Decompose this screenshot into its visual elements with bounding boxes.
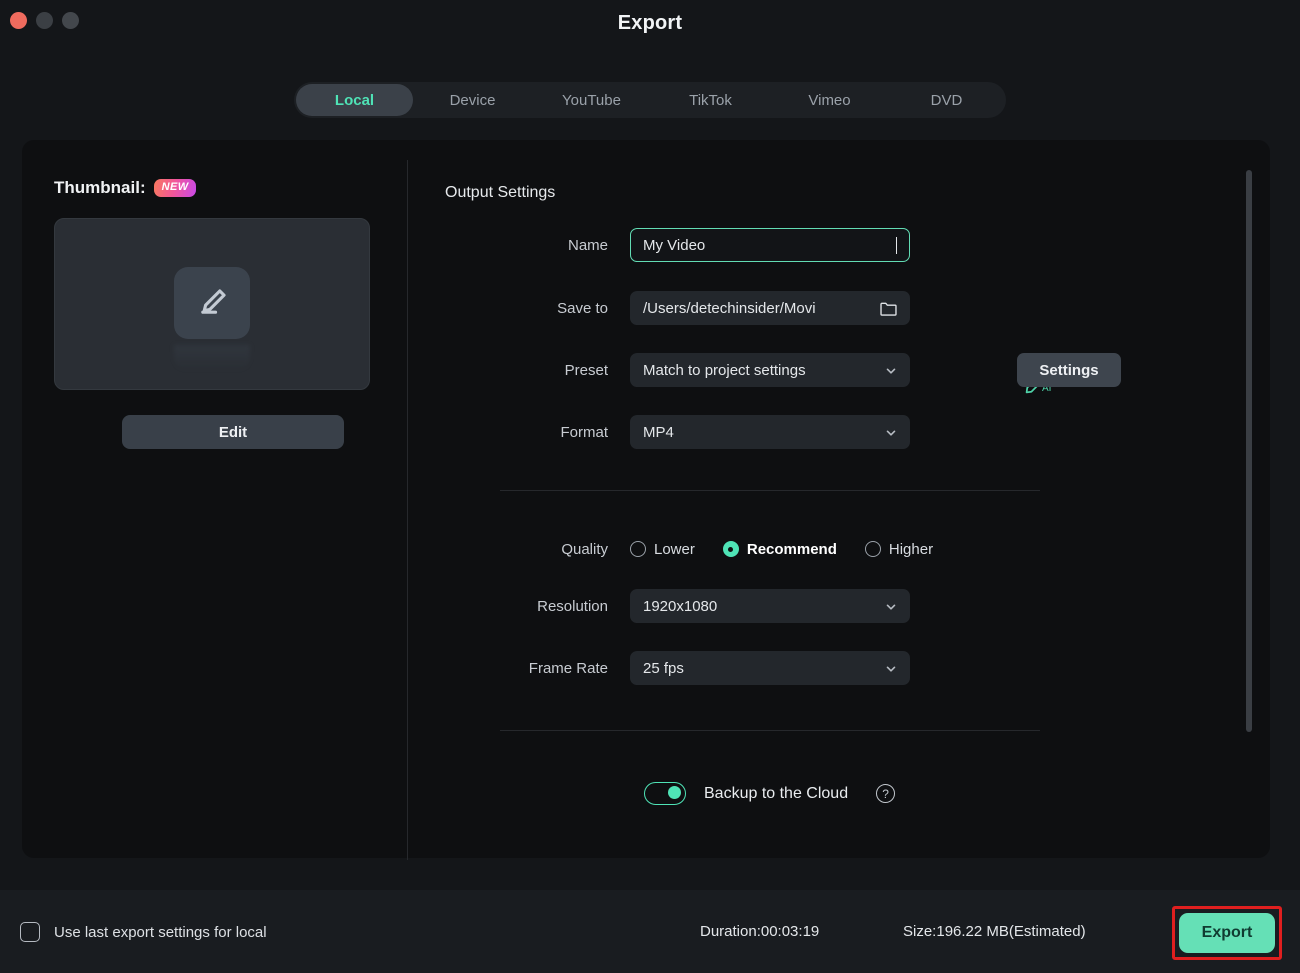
chevron-down-icon: [885, 600, 897, 612]
name-input-value: My Video: [643, 236, 706, 254]
cloud-backup-label: Backup to the Cloud: [704, 784, 849, 802]
thumbnail-header: Thumbnail: NEW: [54, 178, 197, 198]
save-to-input[interactable]: /Users/detechinsider/Movi: [630, 291, 910, 325]
quality-option-lower[interactable]: Lower: [630, 541, 695, 558]
toggle-knob: [668, 786, 681, 799]
chevron-down-icon: [885, 364, 897, 376]
preset-label: Preset: [564, 361, 608, 379]
save-to-value: /Users/detechinsider/Movi: [643, 299, 816, 317]
format-label: Format: [560, 423, 608, 441]
pencil-edit-icon: [174, 267, 250, 339]
tab-tiktok[interactable]: TikTok: [651, 84, 770, 116]
quality-label: Quality: [561, 540, 608, 558]
tab-dvd[interactable]: DVD: [889, 84, 1004, 116]
footer-bar: Use last export settings for local Durat…: [0, 890, 1300, 973]
tab-vimeo[interactable]: Vimeo: [770, 84, 889, 116]
format-select[interactable]: MP4: [630, 415, 910, 449]
section-divider-top: [500, 490, 1040, 491]
question-mark-icon[interactable]: ?: [876, 784, 896, 803]
preset-settings-button[interactable]: Settings: [1017, 353, 1121, 387]
size-text: Size:196.22 MB(Estimated): [903, 923, 1086, 940]
export-meta: Duration:00:03:19 Size:196.22 MB(Estimat…: [700, 923, 1086, 940]
panel-divider: [407, 160, 408, 860]
duration-text: Duration:00:03:19: [700, 923, 820, 940]
radio-icon: [630, 541, 646, 557]
quality-option-label: Higher: [888, 540, 934, 558]
use-last-settings-checkbox[interactable]: Use last export settings for local: [20, 922, 267, 942]
frame-rate-select[interactable]: 25 fps: [630, 651, 910, 685]
scrollbar-thumb[interactable]: [1246, 170, 1252, 732]
text-cursor: [896, 236, 897, 254]
quality-option-recommend[interactable]: Recommend: [722, 540, 837, 558]
title-bar: Export: [0, 0, 1300, 56]
output-settings-title: Output Settings: [445, 184, 556, 201]
save-to-row: Save to /Users/detechinsider/Movi: [445, 291, 1145, 325]
thumbnail-label: Thumbnail:: [54, 178, 146, 197]
vertical-scrollbar[interactable]: [1246, 170, 1252, 732]
radio-selected-icon: [722, 541, 739, 557]
folder-icon[interactable]: [880, 301, 897, 316]
page-title: Export: [617, 12, 683, 34]
frame-rate-value: 25 fps: [643, 659, 684, 677]
format-row: Format MP4: [445, 415, 1145, 449]
name-row: Name My Video: [445, 228, 1145, 262]
tab-device[interactable]: Device: [413, 84, 532, 116]
export-button[interactable]: Export: [1179, 913, 1275, 953]
radio-icon: [864, 541, 881, 557]
quality-option-higher[interactable]: Higher: [864, 540, 934, 558]
tab-local[interactable]: Local: [296, 84, 413, 116]
chevron-down-icon: [885, 426, 897, 438]
new-badge: NEW: [153, 179, 197, 197]
preset-select[interactable]: Match to project settings: [630, 353, 910, 387]
section-divider-bottom: [500, 730, 1040, 731]
quality-option-label: Recommend: [746, 540, 837, 558]
frame-rate-row: Frame Rate 25 fps: [445, 651, 1145, 685]
resolution-value: 1920x1080: [643, 597, 718, 615]
edit-thumbnail-button[interactable]: Edit: [122, 415, 344, 449]
quality-option-label: Lower: [654, 540, 695, 558]
quality-row: Quality Lower Recommend Higher: [445, 532, 1145, 566]
preset-value: Match to project settings: [643, 361, 806, 379]
chevron-down-icon: [885, 662, 897, 674]
export-settings-panel: Thumbnail: NEW Edit Output Settings Name…: [22, 140, 1270, 860]
tab-youtube[interactable]: YouTube: [532, 84, 651, 116]
format-value: MP4: [643, 423, 674, 441]
quality-radio-group: Lower Recommend Higher: [630, 541, 933, 558]
export-destination-tabs: Local Device YouTube TikTok Vimeo DVD: [294, 82, 1006, 118]
name-label: Name: [567, 236, 608, 254]
use-last-settings-label: Use last export settings for local: [54, 923, 267, 941]
cloud-backup-toggle[interactable]: [644, 782, 686, 805]
thumbnail-preview[interactable]: [54, 218, 370, 390]
resolution-row: Resolution 1920x1080: [445, 589, 1145, 623]
resolution-label: Resolution: [537, 597, 608, 615]
resolution-select[interactable]: 1920x1080: [630, 589, 910, 623]
save-to-label: Save to: [557, 299, 608, 317]
cloud-backup-row: Backup to the Cloud ?: [644, 782, 896, 805]
checkbox-icon: [20, 922, 40, 942]
name-input[interactable]: My Video: [630, 228, 910, 262]
frame-rate-label: Frame Rate: [528, 659, 608, 677]
thumbnail-icon-reflection: [174, 345, 250, 371]
